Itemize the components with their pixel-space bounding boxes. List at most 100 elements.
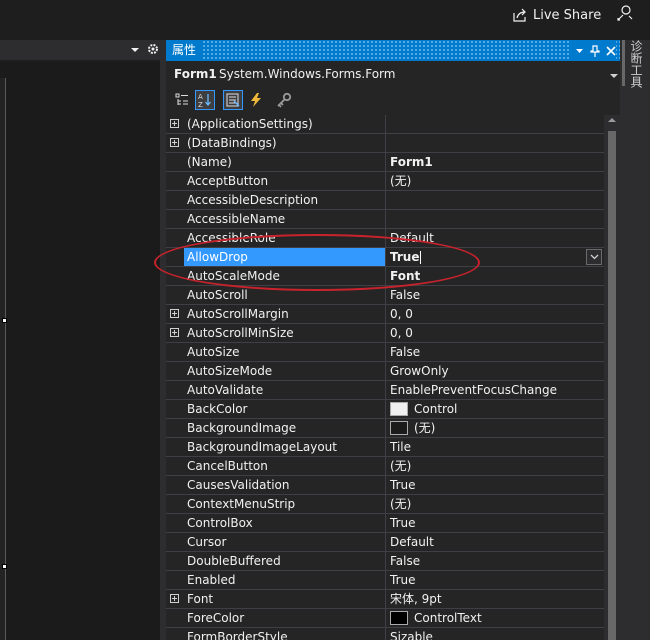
- property-name[interactable]: ContextMenuStrip: [184, 495, 385, 513]
- diagnostic-tools-tab[interactable]: 诊断工具: [629, 40, 643, 90]
- property-value[interactable]: GrowOnly: [386, 362, 604, 380]
- property-row[interactable]: AccessibleRole Default: [166, 229, 604, 248]
- property-value[interactable]: Control: [386, 400, 604, 418]
- property-name[interactable]: BackColor: [184, 400, 385, 418]
- property-row[interactable]: AutoSizeMode GrowOnly: [166, 362, 604, 381]
- property-row[interactable]: AutoScaleMode Font: [166, 267, 604, 286]
- property-value[interactable]: True: [386, 514, 604, 532]
- property-value[interactable]: False: [386, 286, 604, 304]
- property-name[interactable]: AutoScroll: [184, 286, 385, 304]
- property-value[interactable]: Font: [386, 267, 604, 285]
- resize-handle[interactable]: [2, 318, 7, 323]
- property-name[interactable]: BackgroundImageLayout: [184, 438, 385, 456]
- property-name[interactable]: AutoSizeMode: [184, 362, 385, 380]
- property-name[interactable]: BackgroundImage: [184, 419, 385, 437]
- events-icon[interactable]: [246, 90, 266, 110]
- property-name[interactable]: AutoScrollMargin: [184, 305, 385, 323]
- dropdown-icon[interactable]: [575, 46, 584, 55]
- property-row[interactable]: BackgroundImage (无): [166, 419, 604, 438]
- property-name[interactable]: AutoScrollMinSize: [184, 324, 385, 342]
- chevron-down-icon[interactable]: [130, 44, 140, 54]
- property-name[interactable]: AllowDrop: [184, 248, 385, 266]
- property-value[interactable]: Default: [386, 229, 604, 247]
- property-name[interactable]: AcceptButton: [184, 172, 385, 190]
- property-row[interactable]: CancelButton (无): [166, 457, 604, 476]
- feedback-icon[interactable]: [616, 4, 634, 22]
- property-name[interactable]: AutoScaleMode: [184, 267, 385, 285]
- property-value[interactable]: [386, 191, 604, 209]
- property-row[interactable]: BackColor Control: [166, 400, 604, 419]
- property-name[interactable]: AutoSize: [184, 343, 385, 361]
- property-row[interactable]: AutoScrollMargin 0, 0: [166, 305, 604, 324]
- property-value[interactable]: EnablePreventFocusChange: [386, 381, 604, 399]
- panel-title-bar[interactable]: [166, 40, 620, 61]
- property-name[interactable]: AutoValidate: [184, 381, 385, 399]
- property-row[interactable]: (ApplicationSettings): [166, 115, 604, 134]
- property-row[interactable]: AutoScroll False: [166, 286, 604, 305]
- alphabetical-icon[interactable]: A Z: [195, 90, 215, 110]
- property-name[interactable]: AccessibleRole: [184, 229, 385, 247]
- property-value[interactable]: Tile: [386, 438, 604, 456]
- property-name[interactable]: ForeColor: [184, 609, 385, 627]
- property-value[interactable]: (无): [386, 172, 604, 190]
- pin-icon[interactable]: [590, 44, 600, 57]
- property-value[interactable]: Sizable: [386, 628, 604, 640]
- property-value[interactable]: [386, 210, 604, 228]
- property-row[interactable]: DoubleBuffered False: [166, 552, 604, 571]
- property-row[interactable]: ControlBox True: [166, 514, 604, 533]
- live-share-button[interactable]: Live Share: [512, 6, 601, 24]
- property-name[interactable]: CancelButton: [184, 457, 385, 475]
- property-value[interactable]: Form1: [386, 153, 604, 171]
- property-value[interactable]: ControlText: [386, 609, 604, 627]
- property-row[interactable]: ForeColor ControlText: [166, 609, 604, 628]
- property-name[interactable]: ControlBox: [184, 514, 385, 532]
- close-icon[interactable]: [606, 45, 616, 56]
- property-value[interactable]: False: [386, 343, 604, 361]
- property-row[interactable]: (Name) Form1: [166, 153, 604, 172]
- property-name[interactable]: Font: [184, 590, 385, 608]
- property-value[interactable]: (无): [386, 419, 604, 437]
- property-row[interactable]: AccessibleName: [166, 210, 604, 229]
- scrollbar-thumb[interactable]: [608, 131, 616, 640]
- property-name[interactable]: CausesValidation: [184, 476, 385, 494]
- property-value[interactable]: [386, 115, 604, 133]
- property-value[interactable]: 0, 0: [386, 305, 604, 323]
- property-row[interactable]: BackgroundImageLayout Tile: [166, 438, 604, 457]
- property-value[interactable]: True: [386, 476, 604, 494]
- expand-icon[interactable]: [170, 138, 179, 147]
- property-value[interactable]: (无): [386, 495, 604, 513]
- property-name[interactable]: AccessibleDescription: [184, 191, 385, 209]
- expand-icon[interactable]: [170, 119, 179, 128]
- property-name[interactable]: AccessibleName: [184, 210, 385, 228]
- property-name[interactable]: Cursor: [184, 533, 385, 551]
- property-name[interactable]: FormBorderStyle: [184, 628, 385, 640]
- property-row[interactable]: Font 宋体, 9pt: [166, 590, 604, 609]
- property-row[interactable]: Enabled True: [166, 571, 604, 590]
- chevron-down-icon[interactable]: [610, 73, 618, 79]
- property-row[interactable]: AllowDrop True: [166, 248, 604, 267]
- property-value[interactable]: True: [386, 248, 604, 266]
- object-selector[interactable]: Form1 System.Windows.Forms.Form: [166, 64, 620, 86]
- property-row[interactable]: AutoSize False: [166, 343, 604, 362]
- property-name[interactable]: (ApplicationSettings): [184, 115, 385, 133]
- property-row[interactable]: AcceptButton (无): [166, 172, 604, 191]
- property-pages-icon[interactable]: [274, 90, 294, 110]
- expand-icon[interactable]: [170, 309, 179, 318]
- property-row[interactable]: (DataBindings): [166, 134, 604, 153]
- property-name[interactable]: (DataBindings): [184, 134, 385, 152]
- property-name[interactable]: Enabled: [184, 571, 385, 589]
- property-row[interactable]: AutoScrollMinSize 0, 0: [166, 324, 604, 343]
- vertical-scrollbar[interactable]: [604, 115, 620, 640]
- property-row[interactable]: AccessibleDescription: [166, 191, 604, 210]
- property-row[interactable]: CausesValidation True: [166, 476, 604, 495]
- property-row[interactable]: AutoValidate EnablePreventFocusChange: [166, 381, 604, 400]
- property-value[interactable]: (无): [386, 457, 604, 475]
- value-dropdown-button[interactable]: [586, 249, 602, 265]
- property-value[interactable]: Default: [386, 533, 604, 551]
- property-row[interactable]: Cursor Default: [166, 533, 604, 552]
- property-name[interactable]: (Name): [184, 153, 385, 171]
- gear-icon[interactable]: [146, 42, 160, 56]
- resize-handle[interactable]: [2, 564, 7, 569]
- property-name[interactable]: DoubleBuffered: [184, 552, 385, 570]
- property-row[interactable]: FormBorderStyle Sizable: [166, 628, 604, 640]
